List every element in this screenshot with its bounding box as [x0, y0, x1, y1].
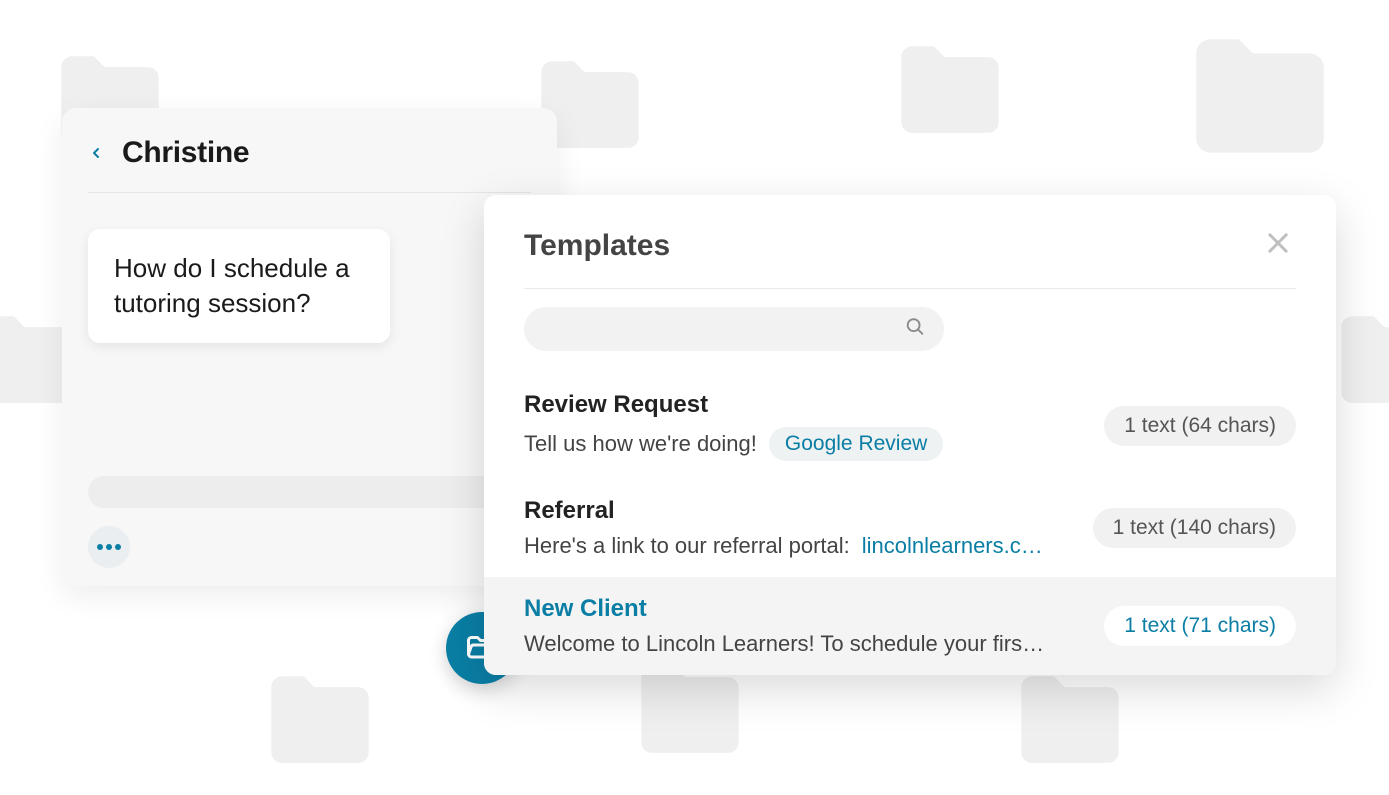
- template-item[interactable]: New Client Welcome to Lincoln Learners! …: [484, 577, 1336, 675]
- chat-header: Christine: [88, 136, 531, 193]
- template-item[interactable]: Review Request Tell us how we're doing! …: [524, 373, 1296, 479]
- template-count-badge: 1 text (71 chars): [1104, 606, 1296, 646]
- search-input[interactable]: [524, 307, 944, 351]
- chat-message-text: How do I schedule a tutoring session?: [114, 253, 350, 318]
- template-name: Review Request: [524, 391, 1088, 419]
- back-button[interactable]: [88, 140, 104, 166]
- templates-modal: Templates Review Request Tell us how we'…: [484, 195, 1336, 675]
- templates-title: Templates: [524, 229, 670, 263]
- template-count-badge: 1 text (140 chars): [1093, 508, 1296, 548]
- more-options-button[interactable]: [88, 526, 130, 568]
- chevron-left-icon: [88, 140, 104, 166]
- template-preview: Here's a link to our referral portal: li…: [524, 533, 1077, 559]
- template-count-badge: 1 text (64 chars): [1104, 406, 1296, 446]
- template-tag: Google Review: [769, 427, 943, 461]
- chat-message-bubble: How do I schedule a tutoring session?: [88, 229, 390, 343]
- ellipsis-icon: [97, 544, 103, 550]
- search-icon: [904, 316, 926, 343]
- template-item[interactable]: Referral Here's a link to our referral p…: [524, 479, 1296, 577]
- close-icon: [1264, 229, 1292, 257]
- close-button[interactable]: [1260, 225, 1296, 266]
- templates-header: Templates: [524, 225, 1296, 289]
- search-field-wrap: [524, 307, 944, 351]
- template-name: New Client: [524, 595, 1088, 623]
- template-preview: Tell us how we're doing! Google Review: [524, 427, 1088, 461]
- templates-list: Review Request Tell us how we're doing! …: [524, 373, 1296, 675]
- chat-input[interactable]: [88, 476, 531, 508]
- template-preview: Welcome to Lincoln Learners! To schedule…: [524, 631, 1088, 657]
- template-link: lincolnlearners.c…: [862, 533, 1043, 559]
- template-name: Referral: [524, 497, 1077, 525]
- chat-contact-name: Christine: [122, 136, 249, 170]
- chat-panel: Christine How do I schedule a tutoring s…: [62, 108, 557, 586]
